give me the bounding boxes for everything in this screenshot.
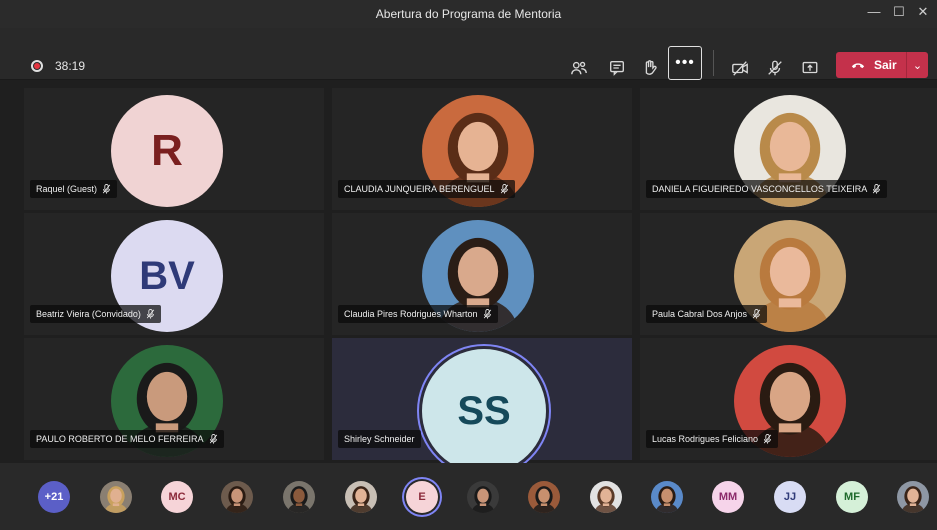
participant-name: Beatriz Vieira (Convidado)	[36, 309, 141, 319]
maximize-button[interactable]: ☐	[888, 4, 910, 20]
strip-initials-avatar[interactable]: JJ	[774, 481, 806, 513]
minimize-button[interactable]: —	[863, 4, 885, 19]
mic-muted-icon	[873, 184, 881, 194]
participant-name: CLAUDIA JUNQUEIRA BERENGUEL	[344, 184, 495, 194]
window-title: Abertura do Programa de Mentoria	[375, 7, 562, 21]
mic-muted-icon	[209, 434, 217, 444]
participant-name-label: Lucas Rodrigues Feliciano	[646, 430, 779, 448]
participant-tile[interactable]: PAULO ROBERTO DE MELO FERREIRA	[24, 338, 324, 460]
recording-icon	[31, 60, 43, 72]
strip-initials-avatar[interactable]: MF	[836, 481, 868, 513]
raise-hand-icon[interactable]	[638, 56, 662, 80]
participant-name: Lucas Rodrigues Feliciano	[652, 434, 759, 444]
participant-tile[interactable]: R Raquel (Guest)	[24, 88, 324, 210]
close-window-button[interactable]: ✕	[912, 4, 934, 20]
participant-tile[interactable]: Lucas Rodrigues Feliciano	[640, 338, 937, 460]
strip-initials-avatar[interactable]: MC	[161, 481, 193, 513]
participant-name: PAULO ROBERTO DE MELO FERREIRA	[36, 434, 204, 444]
participant-name-label: Beatriz Vieira (Convidado)	[30, 305, 161, 323]
participant-name: DANIELA FIGUEIREDO VASCONCELLOS TEIXEIRA	[652, 184, 868, 194]
chat-icon[interactable]	[605, 56, 629, 80]
video-grid: R Raquel (Guest) CLAUDIA JUNQUEIRA BERENGU…	[24, 88, 937, 473]
participant-tile[interactable]: DANIELA FIGUEIREDO VASCONCELLOS TEIXEIRA	[640, 88, 937, 210]
people-icon[interactable]	[567, 56, 591, 80]
participant-tile[interactable]: Paula Cabral Dos Anjos	[640, 213, 937, 335]
participant-tile[interactable]: CLAUDIA JUNQUEIRA BERENGUEL	[332, 88, 632, 210]
participant-name: Raquel (Guest)	[36, 184, 98, 194]
hang-up-icon	[851, 63, 865, 69]
strip-initials-avatar[interactable]: MM	[712, 481, 744, 513]
strip-photo-avatar[interactable]	[528, 481, 560, 513]
meeting-timer: 38:19	[55, 59, 86, 73]
participant-name: Claudia Pires Rodrigues Wharton	[344, 309, 478, 319]
window-title-bar: Abertura do Programa de Mentoria — ☐ ✕	[0, 0, 937, 28]
strip-photo-avatar[interactable]	[467, 481, 499, 513]
participant-name-label: Shirley Schneider	[338, 430, 421, 448]
participant-initials-avatar: R	[111, 95, 223, 207]
strip-photo-avatar[interactable]	[897, 481, 929, 513]
strip-initials-avatar[interactable]: +21	[38, 481, 70, 513]
camera-off-icon[interactable]	[728, 56, 752, 80]
leave-button[interactable]: Sair ⌄	[836, 52, 928, 78]
toolbar-divider	[713, 50, 714, 76]
participant-name: Shirley Schneider	[344, 434, 415, 444]
participant-tile[interactable]: SS Shirley Schneider	[332, 338, 632, 473]
mic-muted-icon	[752, 309, 761, 319]
mic-muted-icon	[763, 434, 772, 444]
participant-name-label: Paula Cabral Dos Anjos	[646, 305, 768, 323]
mic-muted-icon	[146, 309, 155, 319]
mic-off-icon[interactable]	[763, 56, 787, 80]
leave-options-chevron-icon[interactable]: ⌄	[906, 52, 928, 78]
strip-photo-avatar[interactable]	[221, 481, 253, 513]
share-screen-icon[interactable]	[798, 56, 822, 80]
mic-muted-icon	[500, 184, 508, 194]
meeting-toolbar	[0, 28, 937, 80]
participant-name-label: Claudia Pires Rodrigues Wharton	[338, 305, 498, 323]
strip-photo-avatar[interactable]	[590, 481, 622, 513]
participant-name-label: Raquel (Guest)	[30, 180, 118, 198]
participant-tile[interactable]: Claudia Pires Rodrigues Wharton	[332, 213, 632, 335]
participant-name-label: CLAUDIA JUNQUEIRA BERENGUEL	[338, 180, 515, 198]
leave-label: Sair	[874, 58, 897, 72]
mic-muted-icon	[483, 309, 491, 319]
participant-name-label: PAULO ROBERTO DE MELO FERREIRA	[30, 430, 224, 448]
strip-photo-avatar[interactable]	[345, 481, 377, 513]
mic-muted-icon	[102, 184, 111, 194]
participant-name-label: DANIELA FIGUEIREDO VASCONCELLOS TEIXEIRA	[646, 180, 888, 198]
strip-initials-avatar[interactable]: E	[406, 481, 438, 513]
participant-strip: +21 MC E MM JJ MF	[0, 463, 937, 530]
strip-photo-avatar[interactable]	[283, 481, 315, 513]
strip-photo-avatar[interactable]	[100, 481, 132, 513]
participant-tile[interactable]: BV Beatriz Vieira (Convidado)	[24, 213, 324, 335]
participant-name: Paula Cabral Dos Anjos	[652, 309, 748, 319]
participant-initials-avatar: SS	[422, 349, 546, 473]
strip-photo-avatar[interactable]	[651, 481, 683, 513]
more-actions-button[interactable]: •••	[668, 46, 702, 80]
